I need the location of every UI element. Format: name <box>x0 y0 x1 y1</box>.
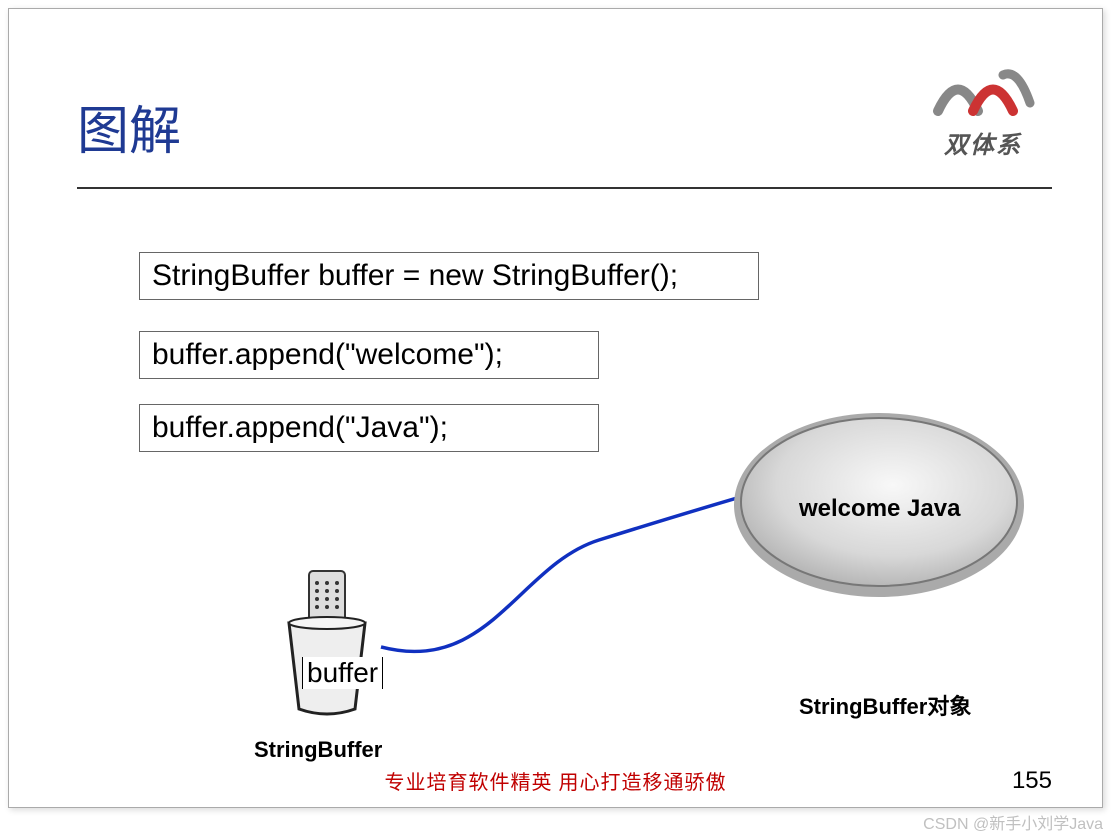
cup-class-label: StringBuffer <box>254 737 382 763</box>
brand-logo: 双体系 <box>918 63 1048 173</box>
title-underline <box>77 187 1052 189</box>
watermark-text: CSDN @新手小刘学Java <box>923 810 1103 834</box>
object-class-label: StringBuffer对象 <box>799 689 971 721</box>
slide-container: 图解 双体系 StringBuffer buffer = new StringB… <box>8 8 1103 808</box>
object-value-text: welcome Java <box>799 495 960 523</box>
diagram-area: buffer StringBuffer welcome Jav <box>9 385 1102 807</box>
footer-slogan: 专业培育软件精英 用心打造移通骄傲 <box>9 766 1102 795</box>
code-line-1: StringBuffer buffer = new StringBuffer()… <box>139 252 759 300</box>
code-line-2: buffer.append("welcome"); <box>139 331 599 379</box>
slide-title: 图解 <box>77 89 181 164</box>
page-number: 155 <box>1012 767 1052 795</box>
logo-text: 双体系 <box>918 125 1048 160</box>
